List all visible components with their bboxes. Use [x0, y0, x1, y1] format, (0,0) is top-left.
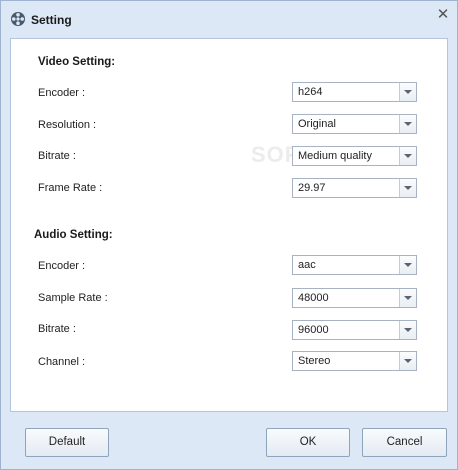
title-bar: Setting ✕ — [1, 1, 457, 37]
audio-setting-heading: Audio Setting: — [34, 229, 113, 241]
resolution-select[interactable]: Original — [292, 114, 417, 134]
audio-bitrate-label: Bitrate : — [38, 323, 76, 335]
resolution-label: Resolution : — [38, 119, 97, 131]
film-reel-icon — [11, 12, 25, 26]
video-bitrate-select[interactable]: Medium quality — [292, 146, 417, 166]
chevron-down-icon[interactable] — [399, 256, 416, 274]
sample-rate-value: 48000 — [298, 292, 329, 304]
video-encoder-label: Encoder : — [38, 87, 86, 99]
chevron-down-icon[interactable] — [399, 147, 416, 165]
video-bitrate-value: Medium quality — [298, 150, 372, 162]
settings-panel: SOFTPEDIA Video Setting: Encoder : h264 … — [10, 38, 448, 412]
ok-button[interactable]: OK — [266, 428, 350, 457]
chevron-down-icon[interactable] — [399, 321, 416, 339]
chevron-down-icon[interactable] — [399, 352, 416, 370]
cancel-button[interactable]: Cancel — [362, 428, 447, 457]
audio-bitrate-value: 96000 — [298, 324, 329, 336]
settings-dialog: Setting ✕ SOFTPEDIA Video Setting: Encod… — [0, 0, 458, 470]
audio-bitrate-select[interactable]: 96000 — [292, 320, 417, 340]
channel-select[interactable]: Stereo — [292, 351, 417, 371]
window-title: Setting — [31, 13, 72, 27]
channel-value: Stereo — [298, 355, 331, 367]
frame-rate-select[interactable]: 29.97 — [292, 178, 417, 198]
resolution-value: Original — [298, 118, 336, 130]
chevron-down-icon[interactable] — [399, 289, 416, 307]
frame-rate-value: 29.97 — [298, 182, 326, 194]
sample-rate-label: Sample Rate : — [38, 292, 108, 304]
video-encoder-select[interactable]: h264 — [292, 82, 417, 102]
frame-rate-label: Frame Rate : — [38, 182, 103, 194]
audio-encoder-label: Encoder : — [38, 260, 86, 272]
video-bitrate-label: Bitrate : — [38, 150, 76, 162]
video-encoder-value: h264 — [298, 86, 323, 98]
chevron-down-icon[interactable] — [399, 115, 416, 133]
chevron-down-icon[interactable] — [399, 179, 416, 197]
default-button[interactable]: Default — [25, 428, 109, 457]
video-setting-heading: Video Setting: — [38, 56, 116, 68]
close-button[interactable]: ✕ — [434, 6, 452, 24]
channel-label: Channel : — [38, 356, 86, 368]
audio-encoder-select[interactable]: aac — [292, 255, 417, 275]
sample-rate-select[interactable]: 48000 — [292, 288, 417, 308]
audio-encoder-value: aac — [298, 259, 316, 271]
chevron-down-icon[interactable] — [399, 83, 416, 101]
